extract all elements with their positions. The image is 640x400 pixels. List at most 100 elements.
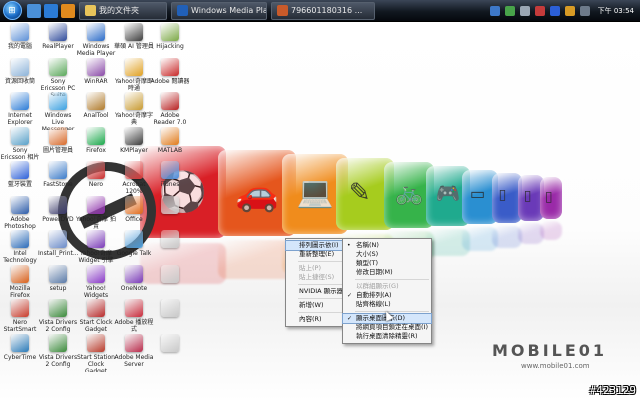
desktop-icon[interactable]: iTunes — [150, 161, 190, 199]
desktop-icon[interactable]: 華碩 AI 管理員 — [114, 23, 154, 61]
desktop-icon[interactable]: PowerDVD — [38, 195, 78, 234]
desktop-icon[interactable]: Sony Ericsson 相片 — [0, 126, 40, 165]
desktop-icon[interactable] — [150, 333, 190, 372]
desktop-icon[interactable]: RealPlayer — [38, 23, 78, 61]
desktop-icon-label: Office — [125, 215, 143, 223]
desktop-icon[interactable]: Yahoo! Widgets — [76, 264, 116, 303]
desktop-icon[interactable]: KMPlayer — [114, 126, 154, 165]
desktop-icon[interactable]: 我的電腦 — [0, 23, 40, 61]
desktop-icon[interactable]: OneNote — [114, 264, 154, 303]
desktop-icon[interactable]: Vista Drivers 2 Config — [38, 333, 78, 372]
office-icon — [125, 195, 143, 214]
menu-item[interactable]: ✓ 自動排列(A) — [343, 291, 431, 300]
desktop-icon[interactable]: FastStone — [38, 161, 78, 199]
desktop-icon[interactable] — [150, 264, 190, 303]
clock[interactable]: 下午 03:54 — [598, 6, 634, 16]
desktop-icon[interactable]: 藍牙裝置 — [0, 161, 40, 199]
desktop-icon[interactable]: Install_Print... — [38, 230, 78, 268]
desktop-icon[interactable]: Google Talk — [114, 230, 154, 268]
desktop-icon[interactable]: AnalTool — [76, 92, 116, 130]
desktop-icon[interactable]: MATLAB — [150, 126, 190, 165]
msn-icon[interactable] — [504, 6, 515, 16]
config-icon — [49, 299, 67, 317]
desktop-icon[interactable]: Adobe 播放程式 — [114, 299, 154, 337]
desktop-icon[interactable]: Internet Explorer — [0, 92, 40, 130]
desktop[interactable]: ⚽ 🚗 💻 ✎ 🚲 🎮 ▭ ▯ ▯ ▯ MOBILE01 www.mobile01.com 我的電… — [0, 22, 640, 400]
desktop-icon[interactable]: Yahoo!奇摩 Widget 引擎 — [76, 230, 116, 268]
desktop-icon[interactable]: Yahoo!奇摩即時通 — [114, 57, 154, 96]
desktop-icon[interactable]: Acrobat 120% — [114, 161, 154, 199]
messenger-icon — [49, 92, 67, 110]
wallpaper-url: www.mobile01.com — [521, 362, 590, 370]
desktop-icon[interactable] — [150, 195, 190, 234]
menu-item[interactable]: 將網頁項目鎖定在桌面(I) — [343, 323, 431, 332]
desktop-icon[interactable]: Start Clock Gadget — [76, 299, 116, 337]
menu-item[interactable]: 貼上捷徑(S) — [286, 273, 350, 282]
menu-item[interactable]: 貼齊格線(L) — [343, 300, 431, 309]
bluetooth-icon[interactable] — [549, 6, 560, 16]
menu-item[interactable]: 內容(R) — [286, 315, 350, 324]
desktop-icon[interactable]: Firefox — [76, 126, 116, 165]
desktop-icon[interactable]: Vista Drivers 2 Config — [38, 299, 78, 337]
desktop-icon[interactable]: CyberTime — [0, 333, 40, 372]
keyboard-icon[interactable] — [579, 6, 590, 16]
volume-icon[interactable] — [519, 6, 530, 16]
widgets-icon — [87, 264, 105, 283]
intel-icon — [11, 230, 29, 248]
menu-item[interactable]: 大小(S) — [343, 250, 431, 259]
menu-item[interactable]: 重新整理(E) — [286, 250, 350, 259]
desktop-icon[interactable]: Nero StartSmart — [0, 299, 40, 337]
menu-item[interactable]: 類型(T) — [343, 259, 431, 268]
menu-item[interactable]: 貼上(P) — [286, 264, 350, 273]
desktop-icon[interactable]: Windows Live Messenger — [38, 92, 78, 130]
menu-item[interactable]: 執行桌面清除精靈(R) — [343, 332, 431, 341]
dvd-icon — [49, 195, 67, 214]
power-icon[interactable] — [534, 6, 545, 16]
ie-icon[interactable] — [44, 3, 58, 18]
desktop-icon[interactable]: Adobe Media Server — [114, 333, 154, 372]
menu-item[interactable]: 修改日期(M) — [343, 268, 431, 277]
desktop-icon[interactable]: Yahoo!奇摩 拍賣 — [76, 195, 116, 234]
menu-separator — [298, 284, 348, 285]
update-icon[interactable] — [564, 6, 575, 16]
menu-item[interactable]: 新增(W)▶ — [286, 301, 350, 310]
window-icon — [277, 5, 288, 16]
taskbar-button[interactable]: 我的文件夾 — [79, 1, 167, 20]
start-button[interactable]: ⊞ — [0, 0, 24, 22]
desktop-icon[interactable]: Yahoo!奇摩字典 — [114, 92, 154, 130]
menu-item-label: 排列圖示依(I) — [299, 241, 339, 249]
network-icon[interactable] — [489, 6, 500, 16]
menu-item[interactable]: • 名稱(N) — [343, 241, 431, 250]
desktop-icon[interactable]: Adobe 閱讀器 — [150, 57, 190, 96]
desktop-icon[interactable]: Intel Technology — [0, 230, 40, 268]
wmp-icon — [87, 23, 105, 41]
taskbar-button[interactable]: Windows Media Player — [171, 1, 267, 20]
desktop-icon[interactable]: setup — [38, 264, 78, 303]
desktop-icon[interactable]: Nero — [76, 161, 116, 199]
desktop-icon[interactable] — [150, 230, 190, 268]
desktop-icon[interactable]: 資源回收筒 — [0, 57, 40, 96]
desktop-icon[interactable]: Mozilla Firefox — [0, 264, 40, 303]
taskbar-button[interactable]: 796601180316 ... — [271, 1, 375, 20]
desktop-icon[interactable]: Adobe Photoshop — [0, 195, 40, 234]
menu-item-label: 將網頁項目鎖定在桌面(I) — [356, 323, 428, 331]
show-desktop-icon[interactable] — [27, 3, 41, 18]
menu-item[interactable]: NVIDIA 顯示器▶ — [286, 287, 350, 296]
desktop-icon[interactable]: WinRAR — [76, 57, 116, 96]
media-icon[interactable] — [61, 3, 75, 18]
menu-item[interactable]: 以群組顯示(G) — [343, 282, 431, 291]
desktop-icon[interactable]: Hijacking — [150, 23, 190, 61]
blank-icon — [161, 333, 179, 352]
media-server-icon — [125, 333, 143, 352]
menu-item[interactable]: 排列圖示依(I)▶ — [285, 240, 351, 251]
desktop-icon[interactable]: Adobe Reader 7.0 — [150, 92, 190, 130]
desktop-icon-label: Yahoo!奇摩 拍賣 — [76, 215, 116, 230]
desktop-icon[interactable]: Office — [114, 195, 154, 234]
desktop-icon[interactable]: Sony Ericsson PC Suite — [38, 57, 78, 96]
desktop-icon[interactable]: Start Station Clock Gadget — [76, 333, 116, 372]
asus-icon — [125, 23, 143, 41]
desktop-icon[interactable]: 圖片管理員 — [38, 126, 78, 165]
desktop-icon[interactable] — [150, 299, 190, 337]
desktop-icon[interactable]: Windows Media Player — [76, 23, 116, 61]
menu-item-label: 大小(S) — [356, 250, 379, 258]
